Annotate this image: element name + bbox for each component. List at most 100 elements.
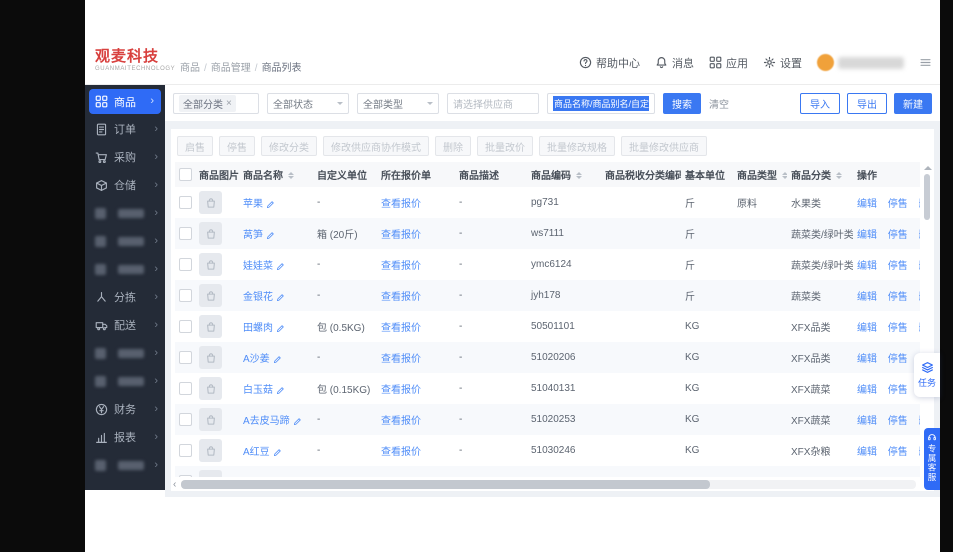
sidebar-item-split[interactable]: 分拣 ›	[85, 283, 165, 311]
stop-sale-link[interactable]: 停售	[888, 385, 908, 396]
delete-link[interactable]: 删除	[919, 261, 920, 272]
row-checkbox[interactable]	[179, 475, 192, 477]
edit-pencil-icon[interactable]	[266, 231, 275, 240]
clear-button[interactable]: 清空	[709, 96, 729, 111]
edit-pencil-icon[interactable]	[276, 293, 285, 302]
vertical-scroll-thumb[interactable]	[924, 174, 930, 220]
view-quote-link[interactable]: 查看报价	[381, 385, 421, 396]
stop-sale-link[interactable]: 停售	[888, 447, 908, 458]
product-name-link[interactable]: A去皮马蹄	[243, 416, 290, 427]
view-quote-link[interactable]: 查看报价	[381, 416, 421, 427]
scroll-left-arrow[interactable]: ‹	[173, 480, 176, 490]
sort-icon[interactable]	[287, 169, 294, 182]
edit-link[interactable]: 编辑	[857, 354, 877, 365]
bulk-action-7[interactable]: 批量修改供应商	[621, 136, 707, 156]
import-button[interactable]: 导入	[800, 92, 840, 114]
delete-link[interactable]: 删除	[919, 292, 920, 303]
stop-sale-link[interactable]: 停售	[888, 323, 908, 334]
select-all-checkbox[interactable]	[179, 168, 192, 181]
stop-sale-link[interactable]: 停售	[888, 230, 908, 241]
customer-service-tab[interactable]: 专属客服	[924, 428, 940, 490]
edit-pencil-icon[interactable]	[276, 324, 285, 333]
bulk-action-1[interactable]: 停售	[219, 136, 255, 156]
delete-link[interactable]: 删除	[919, 323, 920, 334]
status-select[interactable]: 全部状态	[267, 92, 349, 114]
edit-pencil-icon[interactable]	[276, 262, 285, 271]
edit-link[interactable]: 编辑	[857, 199, 877, 210]
remove-tag-icon[interactable]: ×	[226, 98, 232, 109]
edit-pencil-icon[interactable]	[276, 386, 285, 395]
apps-menu[interactable]: 应用	[709, 55, 748, 71]
view-quote-link[interactable]: 查看报价	[381, 447, 421, 458]
settings-menu[interactable]: 设置	[763, 55, 802, 71]
row-checkbox[interactable]	[179, 413, 192, 426]
edit-pencil-icon[interactable]	[273, 355, 282, 364]
view-quote-link[interactable]: 查看报价	[381, 354, 421, 365]
delete-link[interactable]: 删除	[919, 230, 920, 241]
collapse-menu-icon[interactable]	[919, 56, 932, 69]
column-header[interactable]: 商品税收分类编码	[601, 162, 681, 187]
edit-link[interactable]: 编辑	[857, 261, 877, 272]
sidebar-item-cart[interactable]: 采购 ›	[85, 143, 165, 171]
stop-sale-link[interactable]: 停售	[888, 416, 908, 427]
column-header[interactable]: 所在报价单	[377, 162, 455, 187]
edit-link[interactable]: 编辑	[857, 323, 877, 334]
bulk-action-4[interactable]: 删除	[435, 136, 471, 156]
sort-icon[interactable]	[835, 169, 842, 182]
row-checkbox[interactable]	[179, 196, 192, 209]
bulk-action-3[interactable]: 修改供应商协作模式	[323, 136, 429, 156]
row-checkbox[interactable]	[179, 382, 192, 395]
column-header[interactable]: 基本单位	[681, 162, 733, 187]
export-button[interactable]: 导出	[847, 92, 887, 114]
sidebar-item-blurred[interactable]: ›	[85, 451, 165, 479]
edit-pencil-icon[interactable]	[266, 200, 275, 209]
scroll-up-arrow[interactable]	[924, 162, 932, 170]
row-checkbox[interactable]	[179, 320, 192, 333]
bulk-action-6[interactable]: 批量修改规格	[539, 136, 615, 156]
column-header[interactable]: 自定义单位	[313, 162, 377, 187]
sidebar-item-blurred[interactable]: ›	[85, 199, 165, 227]
stop-sale-link[interactable]: 停售	[888, 261, 908, 272]
horizontal-scrollbar[interactable]	[181, 480, 916, 489]
sort-icon[interactable]	[575, 169, 582, 182]
delete-link[interactable]: 删除	[919, 447, 920, 458]
view-quote-link[interactable]: 查看报价	[381, 230, 421, 241]
sidebar-item-doc[interactable]: 订单 ›	[85, 115, 165, 143]
sidebar-item-box[interactable]: 仓储 ›	[85, 171, 165, 199]
sort-icon[interactable]	[781, 169, 787, 182]
column-header[interactable]: 操作	[853, 162, 920, 187]
help-center-menu[interactable]: 帮助中心	[579, 55, 640, 71]
sidebar-item-grid[interactable]: 商品 ›	[89, 89, 161, 114]
sidebar-item-blurred[interactable]: ›	[85, 339, 165, 367]
edit-link[interactable]: 编辑	[857, 447, 877, 458]
row-checkbox[interactable]	[179, 289, 192, 302]
sidebar-item-chart[interactable]: 报表 ›	[85, 423, 165, 451]
product-name-link[interactable]: 田螺肉	[243, 323, 273, 334]
column-header[interactable]: 商品编码	[527, 162, 601, 187]
row-checkbox[interactable]	[179, 351, 192, 364]
column-header[interactable]: 商品类型	[733, 162, 787, 187]
view-quote-link[interactable]: 查看报价	[381, 292, 421, 303]
bulk-action-2[interactable]: 修改分类	[261, 136, 317, 156]
edit-link[interactable]: 编辑	[857, 385, 877, 396]
bulk-action-5[interactable]: 批量改价	[477, 136, 533, 156]
sidebar-item-truck[interactable]: 配送 ›	[85, 311, 165, 339]
search-button[interactable]: 搜索	[663, 92, 701, 114]
column-header[interactable]: 商品名称	[239, 162, 313, 187]
column-header[interactable]: 商品图片	[195, 162, 239, 187]
product-name-link[interactable]: A红豆	[243, 447, 270, 458]
edit-link[interactable]: 编辑	[857, 230, 877, 241]
stop-sale-link[interactable]: 停售	[888, 354, 908, 365]
row-checkbox[interactable]	[179, 258, 192, 271]
product-name-link[interactable]: 金银花	[243, 292, 273, 303]
account-menu[interactable]	[817, 54, 904, 71]
horizontal-scroll-thumb[interactable]	[181, 480, 711, 489]
bulk-action-0[interactable]: 启售	[177, 136, 213, 156]
column-header[interactable]	[175, 162, 195, 187]
view-quote-link[interactable]: 查看报价	[381, 261, 421, 272]
product-name-link[interactable]: 娃娃菜	[243, 261, 273, 272]
row-checkbox[interactable]	[179, 444, 192, 457]
sidebar-item-blurred[interactable]: ›	[85, 255, 165, 283]
product-name-link[interactable]: 莴笋	[243, 230, 263, 241]
edit-pencil-icon[interactable]	[293, 417, 302, 426]
